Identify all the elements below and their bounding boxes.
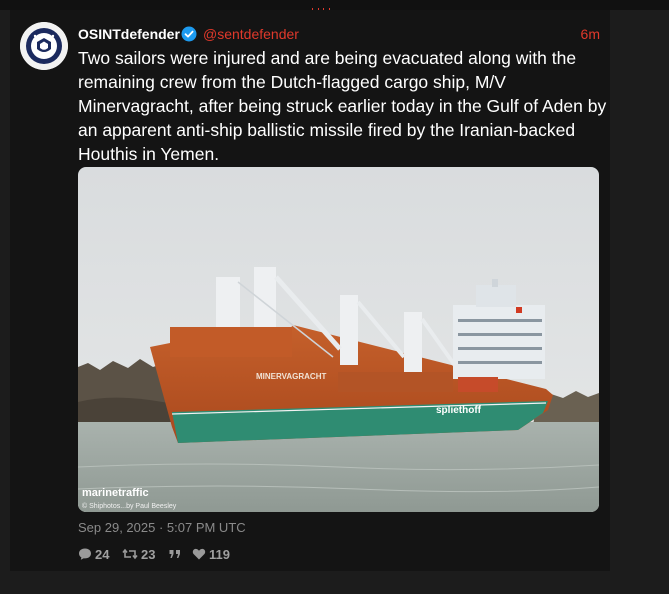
top-indicator-icon: [312, 0, 336, 13]
reply-button[interactable]: 24: [78, 545, 109, 563]
like-button[interactable]: 119: [192, 545, 230, 563]
reply-count: 24: [95, 546, 110, 562]
tweet-header: OSINTdefender @sentdefender 6m: [78, 25, 600, 43]
retweet-count: 23: [141, 546, 156, 562]
heart-icon: [192, 548, 206, 560]
like-count: 119: [209, 546, 230, 562]
retweet-button[interactable]: 23: [122, 545, 155, 563]
reply-icon: [79, 548, 91, 560]
tweet-card[interactable]: OSINTdefender @sentdefender 6m Two sailo…: [10, 10, 610, 571]
tweet-media-image[interactable]: MINERVAGRACHT spliethoff marinetraffic ©…: [78, 167, 599, 512]
photo-credit: © Shiphotos...by Paul Beesley: [82, 502, 177, 510]
cargo-ship-photo: MINERVAGRACHT spliethoff marinetraffic ©…: [78, 167, 599, 512]
quote-icon: [169, 550, 180, 558]
osint-logo-icon: [20, 22, 68, 70]
relative-time[interactable]: 6m: [581, 25, 600, 43]
marinetraffic-watermark: marinetraffic: [82, 487, 149, 499]
verified-badge-icon: [181, 26, 197, 42]
tweet-timestamp[interactable]: Sep 29, 2025 · 5:07 PM UTC: [78, 520, 246, 536]
display-name[interactable]: OSINTdefender: [78, 25, 180, 43]
quote-button[interactable]: [168, 545, 185, 563]
user-handle[interactable]: @sentdefender: [203, 25, 299, 43]
ship-name-label: MINERVAGRACHT: [256, 372, 326, 381]
tweet-text: Two sailors were injured and are being e…: [78, 48, 607, 164]
top-bar: [0, 0, 669, 13]
hull-brand-label: spliethoff: [436, 405, 482, 416]
avatar[interactable]: [20, 22, 68, 70]
retweet-icon: [122, 548, 138, 560]
